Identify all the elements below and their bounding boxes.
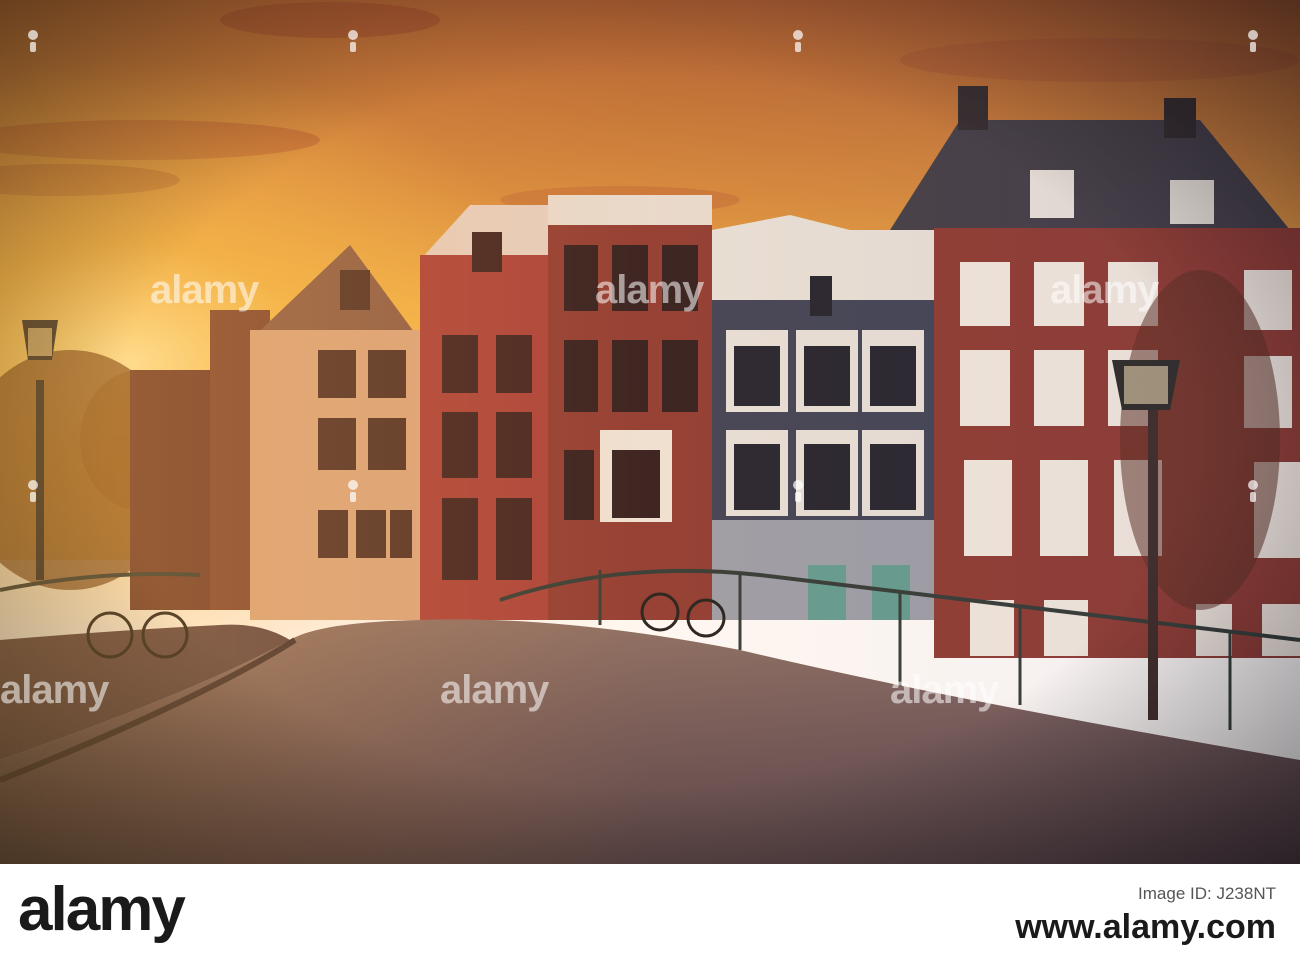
image-id-label: Image ID: J238NT	[1138, 884, 1276, 903]
stock-photo: alamy alamy alamy alamy alamy alamy	[0, 0, 1300, 864]
image-id-block: Image ID: J238NT www.alamy.com	[1015, 884, 1276, 947]
alamy-logo: alamy	[18, 875, 186, 944]
amsterdam-street-scene	[0, 0, 1300, 864]
website-url: www.alamy.com	[1015, 908, 1276, 946]
